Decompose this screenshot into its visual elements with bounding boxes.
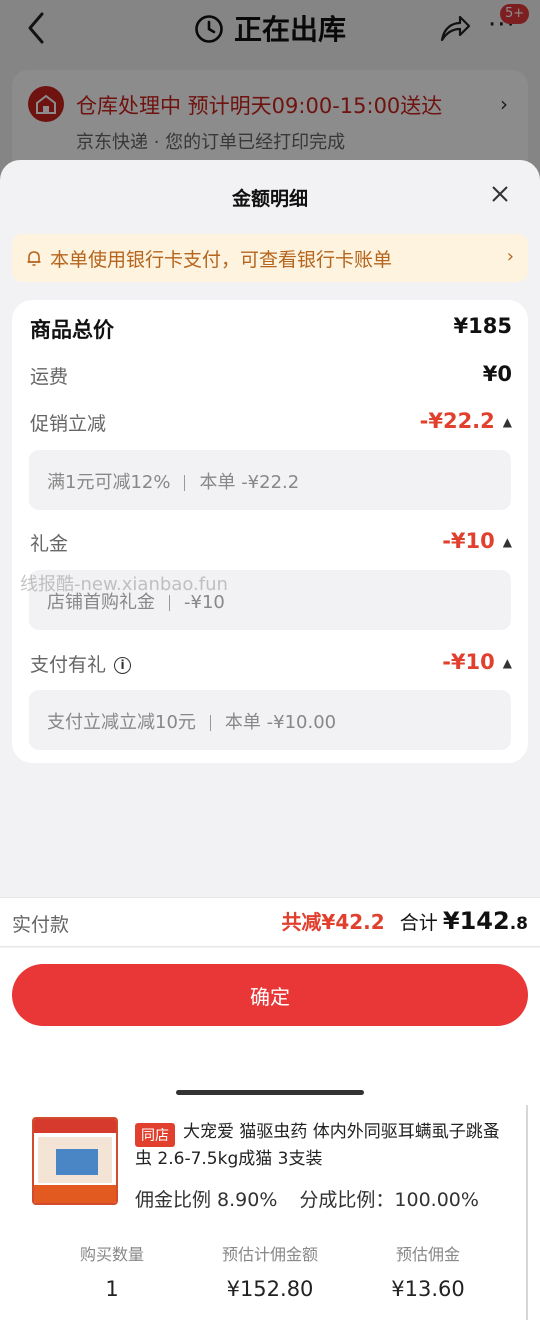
product-title: 大宠爱 猫驱虫药 体内外同驱耳螨虱子跳蚤虫 2.6-7.5kg成猫 3支装: [135, 1122, 500, 1169]
caret-up-icon[interactable]: ▲: [503, 656, 512, 670]
promo-rule: 满1元可减12%: [47, 472, 171, 493]
divider: [184, 475, 186, 491]
promo-value-wrap: -¥22.2 ▲: [420, 409, 512, 433]
caret-up-icon[interactable]: ▲: [503, 415, 512, 429]
pay-gift-value: -¥10: [442, 650, 495, 674]
chevron-right-icon: ›: [506, 246, 514, 267]
close-icon[interactable]: [488, 182, 512, 206]
divider: [169, 595, 170, 611]
image-bottom: [34, 1185, 116, 1203]
image-strip: [34, 1119, 116, 1133]
pay-gift-value-wrap: -¥10 ▲: [442, 650, 512, 674]
panel-edge: [526, 1105, 528, 1320]
home-indicator: [176, 1090, 364, 1095]
stat-label: 购买数量: [79, 1245, 144, 1264]
confirm-area: 确定: [0, 948, 540, 1105]
total-label: 合计: [399, 912, 438, 934]
goods-total-label: 商品总价: [30, 318, 114, 342]
totals: 共减¥42.2 合计 ¥142.8: [281, 906, 528, 935]
gift-value-wrap: -¥10 ▲: [442, 529, 512, 553]
product-title-wrap[interactable]: 大宠爱 猫驱虫药 体内外同驱耳螨虱子跳蚤虫 2.6-7.5kg成猫 3支装: [135, 1119, 515, 1173]
stat-commission: 预估佣金 ¥13.60: [348, 1241, 508, 1301]
shipping-value: ¥0: [482, 362, 512, 386]
stat-value: ¥152.80: [226, 1277, 314, 1301]
total-decimal: .8: [509, 914, 528, 934]
promo-detail: 满1元可减12% 本单 -¥22.2: [29, 450, 511, 510]
sheet-title: 金额明细: [231, 188, 308, 210]
shipping-row: 运费 ¥0: [30, 362, 512, 392]
product-rates: 佣金比例 8.90% 分成比例：100.00%: [135, 1185, 479, 1212]
divider: [209, 715, 211, 731]
commission-stats: 购买数量 1 预估计佣金额 ¥152.80 预估佣金 ¥13.60: [14, 1241, 526, 1311]
pay-gift-row[interactable]: 支付有礼 i -¥10 ▲: [30, 650, 512, 680]
pay-gift-rule: 支付立减立减10元: [47, 712, 196, 733]
same-store-tag: 同店: [135, 1123, 175, 1147]
pay-gift-amount: 本单 -¥10.00: [224, 712, 337, 733]
stat-label: 预估佣金: [395, 1245, 460, 1264]
commission-rate: 佣金比例 8.90%: [135, 1189, 278, 1211]
paid-label: 实付款: [12, 914, 70, 936]
image-box: [56, 1149, 98, 1175]
pay-gift-label-wrap: 支付有礼 i: [30, 650, 132, 677]
total-value: ¥142: [442, 907, 510, 935]
total-discount: 共减¥42.2: [281, 910, 385, 934]
stat-commission-base: 预估计佣金额 ¥152.80: [190, 1241, 350, 1301]
promo-label: 促销立减: [30, 413, 107, 435]
caret-up-icon[interactable]: ▲: [503, 535, 512, 549]
amount-detail-sheet: 金额明细 本单使用银行卡支付，可查看银行卡账单 › 商品总价 ¥185 运费 ¥…: [0, 160, 540, 1105]
product-panel: 大宠爱 猫驱虫药 体内外同驱耳螨虱子跳蚤虫 2.6-7.5kg成猫 3支装 同店…: [14, 1105, 526, 1320]
amount-detail-card: 商品总价 ¥185 运费 ¥0 促销立减 -¥22.2 ▲ 满1元可减12% 本单 …: [12, 300, 528, 763]
stat-label: 预估计佣金额: [221, 1245, 318, 1264]
info-icon[interactable]: i: [114, 657, 132, 674]
pay-gift-label: 支付有礼: [30, 654, 107, 676]
promo-detail-text: 满1元可减12% 本单 -¥22.2: [47, 468, 299, 494]
stat-value: 1: [105, 1277, 119, 1301]
goods-total-row: 商品总价 ¥185: [30, 314, 512, 344]
pay-gift-detail: 支付立减立减10元 本单 -¥10.00: [29, 690, 511, 750]
gift-label: 礼金: [30, 533, 69, 555]
promo-row[interactable]: 促销立减 -¥22.2 ▲: [30, 409, 512, 439]
stat-quantity: 购买数量 1: [32, 1241, 192, 1301]
promo-value: -¥22.2: [419, 409, 495, 433]
gift-value: -¥10: [442, 529, 495, 553]
promo-amount: 本单 -¥22.2: [199, 472, 300, 493]
shipping-label: 运费: [30, 366, 69, 388]
share-rate: 分成比例：100.00%: [299, 1189, 479, 1211]
bell-icon: [27, 251, 41, 266]
stat-value: ¥13.60: [391, 1277, 465, 1301]
goods-total-value: ¥185: [453, 314, 512, 338]
notice-text: 本单使用银行卡支付，可查看银行卡账单: [50, 249, 393, 271]
bank-card-notice[interactable]: 本单使用银行卡支付，可查看银行卡账单 ›: [12, 234, 528, 282]
confirm-button[interactable]: 确定: [12, 964, 528, 1026]
gift-row[interactable]: 礼金 -¥10 ▲: [30, 529, 512, 559]
payment-summary-bar: 实付款 共减¥42.2 合计 ¥142.8: [0, 897, 540, 947]
product-image[interactable]: [32, 1117, 118, 1205]
pay-gift-detail-text: 支付立减立减10元 本单 -¥10.00: [47, 708, 336, 734]
watermark: 线报酷-new.xianbao.fun: [20, 574, 228, 595]
